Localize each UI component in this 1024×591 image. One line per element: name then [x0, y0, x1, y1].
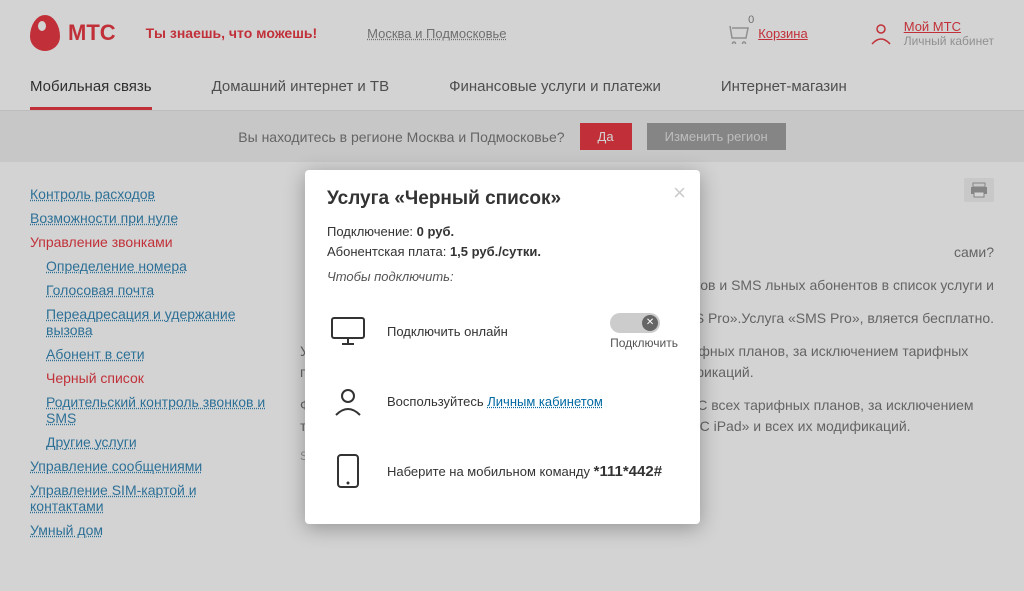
modal-row-online: Подключить онлайн ✕ Подключить — [327, 296, 678, 366]
modal-ussd-text: Наберите на мобильном команду *111*442# — [387, 463, 678, 480]
phone-icon — [327, 450, 369, 492]
modal-online-text: Подключить онлайн — [387, 324, 592, 339]
modal-title: Услуга «Черный список» — [327, 188, 678, 210]
modal-instruction: Чтобы подключить: — [327, 269, 678, 284]
personal-account-link[interactable]: Личным кабинетом — [487, 394, 603, 409]
modal-account-text: Воспользуйтесь Личным кабинетом — [387, 394, 678, 409]
close-icon[interactable]: × — [673, 182, 686, 204]
modal-connection-fee: Подключение: 0 руб. Абонентская плата: 1… — [327, 222, 678, 261]
person-icon — [327, 380, 369, 422]
monitor-icon — [327, 310, 369, 352]
connect-toggle[interactable]: ✕ Подключить — [610, 313, 678, 350]
blacklist-modal: × Услуга «Черный список» Подключение: 0 … — [305, 170, 700, 524]
modal-row-ussd: Наберите на мобильном команду *111*442# — [327, 436, 678, 506]
modal-row-account: Воспользуйтесь Личным кабинетом — [327, 366, 678, 436]
